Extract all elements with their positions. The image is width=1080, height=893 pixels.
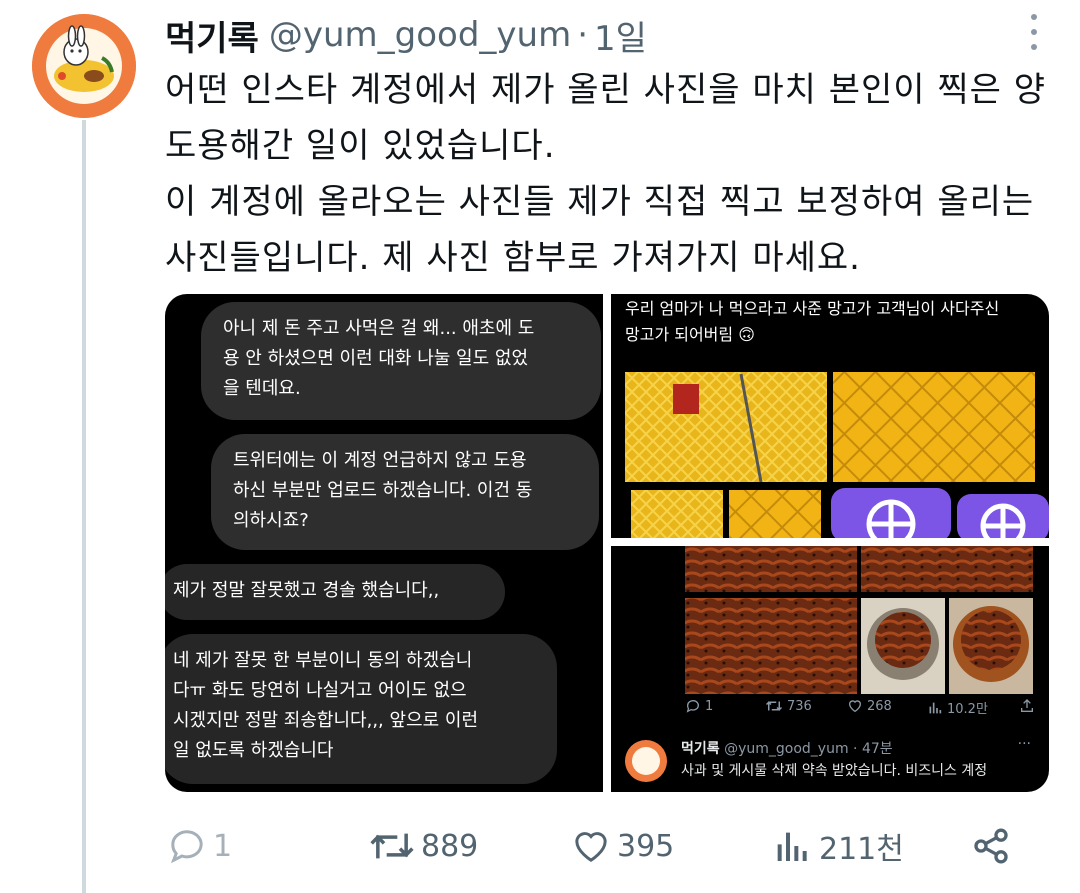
chat-line: 다ㅠ 화도 당연히 나실거고 어이도 없으 xyxy=(173,680,467,701)
tweet-line: 이 계정에 올라오는 사진들 제가 직접 찍고 보정하여 올리는 xyxy=(165,182,1035,222)
reply-text: 사과 및 게시물 삭제 약속 받았습니다. 비즈니스 계정 xyxy=(681,763,988,779)
reply-count: 1 xyxy=(213,828,233,864)
reply-button[interactable]: 1 xyxy=(167,822,232,870)
chat-line: 을 텐데요. xyxy=(223,378,301,399)
media-grid: 아니 제 돈 주고 사먹은 걸 왜... 애초에 도 용 안 하셨으면 이런 대… xyxy=(165,294,1049,792)
chat-line: 시겠지만 정말 죄송합니다,,, 앞으로 이런 xyxy=(173,710,479,731)
tweet-line: 사진들입니다. 제 사진 함부로 가져가지 마세요. xyxy=(165,238,861,278)
like-count: 395 xyxy=(617,828,675,864)
embedded-post-actions: 1 736 268 10.2만 xyxy=(611,698,1049,722)
avatar[interactable] xyxy=(32,14,136,118)
chat-line: 하신 부분만 업로드 하겠습니다. 이건 동 xyxy=(233,480,533,501)
views-icon xyxy=(777,832,807,861)
author-name[interactable]: 먹기록 xyxy=(165,11,259,60)
retweet-count: 889 xyxy=(421,828,479,864)
tweet-header: 먹기록 @yum_good_yum · 1일 xyxy=(165,10,647,60)
eel-photos xyxy=(685,546,1033,694)
retweet-icon xyxy=(765,701,783,711)
chat-line: 용 안 하셨으면 이런 대화 나눌 일도 없었 xyxy=(223,348,529,369)
embedded-retweet-stat[interactable]: 736 xyxy=(765,698,812,714)
stat-value: 268 xyxy=(867,698,892,714)
embedded-reply[interactable]: 먹기록 @yum_good_yum · 47분 ··· 사과 및 게시물 삭제 … xyxy=(625,736,1035,792)
share-icon xyxy=(974,828,1008,864)
tweet-line: 어떤 인스타 계정에서 제가 올린 사진을 마치 본인이 찍은 양 xyxy=(165,70,1046,110)
share-button[interactable] xyxy=(971,822,1011,870)
share-icon xyxy=(1021,699,1033,712)
chat-line: 일 없도록 하겠습니다 xyxy=(173,740,334,761)
retweet-button[interactable]: 889 xyxy=(369,822,478,870)
reply-header: 먹기록 @yum_good_yum · 47분 xyxy=(681,738,893,758)
heart-icon xyxy=(575,832,607,862)
mango-screenshot-image[interactable]: 우리 엄마가 나 먹으라고 사준 망고가 고객님이 사다주신 망고가 되어버림 … xyxy=(611,294,1049,538)
reply-icon xyxy=(686,700,699,713)
tweet-line: 도용해간 일이 있었습니다. xyxy=(165,126,556,166)
stat-value: 736 xyxy=(787,698,812,714)
chat-line: 트위터에는 이 계정 언급하지 않고 도용 xyxy=(233,450,527,471)
chat-line: 제가 정말 잘못했고 경솔 했습니다,, xyxy=(173,580,440,601)
avatar-illustration xyxy=(32,14,136,118)
chat-screenshot-image[interactable]: 아니 제 돈 주고 사먹은 걸 왜... 애초에 도 용 안 하셨으면 이런 대… xyxy=(165,294,603,792)
chat-bubble: 아니 제 돈 주고 사먹은 걸 왜... 애초에 도 용 안 하셨으면 이런 대… xyxy=(201,302,601,420)
chat-line: 의하시죠? xyxy=(233,510,309,531)
chat-bubble: 트위터에는 이 계정 언급하지 않고 도용 하신 부분만 업로드 하겠습니다. … xyxy=(211,434,599,550)
views-button[interactable]: 211천 xyxy=(773,822,904,870)
reply-avatar xyxy=(625,740,667,782)
reply-author: 먹기록 xyxy=(681,741,720,757)
heart-icon xyxy=(848,700,862,713)
embedded-views-stat[interactable]: 10.2만 xyxy=(927,698,988,717)
like-button[interactable]: 395 xyxy=(571,822,674,870)
more-options-icon[interactable] xyxy=(1028,14,1040,50)
reply-time: · 47분 xyxy=(853,741,893,757)
chat-line: 아니 제 돈 주고 사먹은 걸 왜... 애초에 도 xyxy=(223,318,535,339)
reply-icon xyxy=(170,830,203,864)
eel-post-screenshot-image[interactable]: 1 736 268 10.2만 먹기록 @yum_good_yum · 47분 … xyxy=(611,546,1049,792)
thread-line xyxy=(82,120,86,893)
chat-bubble: 네 제가 잘못 한 부분이니 동의 하겠습니 다ㅠ 화도 당연히 나실거고 어이… xyxy=(165,634,557,784)
chat-bubble: 제가 정말 잘못했고 경솔 했습니다,, xyxy=(165,564,505,620)
views-count: 211천 xyxy=(819,832,904,867)
author-handle[interactable]: @yum_good_yum xyxy=(269,15,571,55)
stat-value: 1 xyxy=(705,698,714,714)
tweet-actions: 1 889 395 211천 xyxy=(165,822,1045,870)
embedded-reply-stat[interactable]: 1 xyxy=(685,698,713,714)
chat-line: 네 제가 잘못 한 부분이니 동의 하겠습니 xyxy=(173,650,473,671)
views-icon xyxy=(929,702,942,713)
mango-photos xyxy=(625,372,1049,538)
timestamp[interactable]: 1일 xyxy=(594,11,647,60)
reply-more-icon[interactable]: ··· xyxy=(1018,736,1031,752)
reply-handle: @yum_good_yum xyxy=(724,741,849,757)
embedded-share-icon[interactable] xyxy=(1019,698,1035,714)
separator-dot: · xyxy=(577,15,589,55)
retweet-icon xyxy=(370,833,414,859)
stat-value: 10.2만 xyxy=(947,702,988,717)
embedded-like-stat[interactable]: 268 xyxy=(847,698,892,714)
tweet-text: 어떤 인스타 계정에서 제가 올린 사진을 마치 본인이 찍은 양 도용해간 일… xyxy=(165,62,1055,286)
